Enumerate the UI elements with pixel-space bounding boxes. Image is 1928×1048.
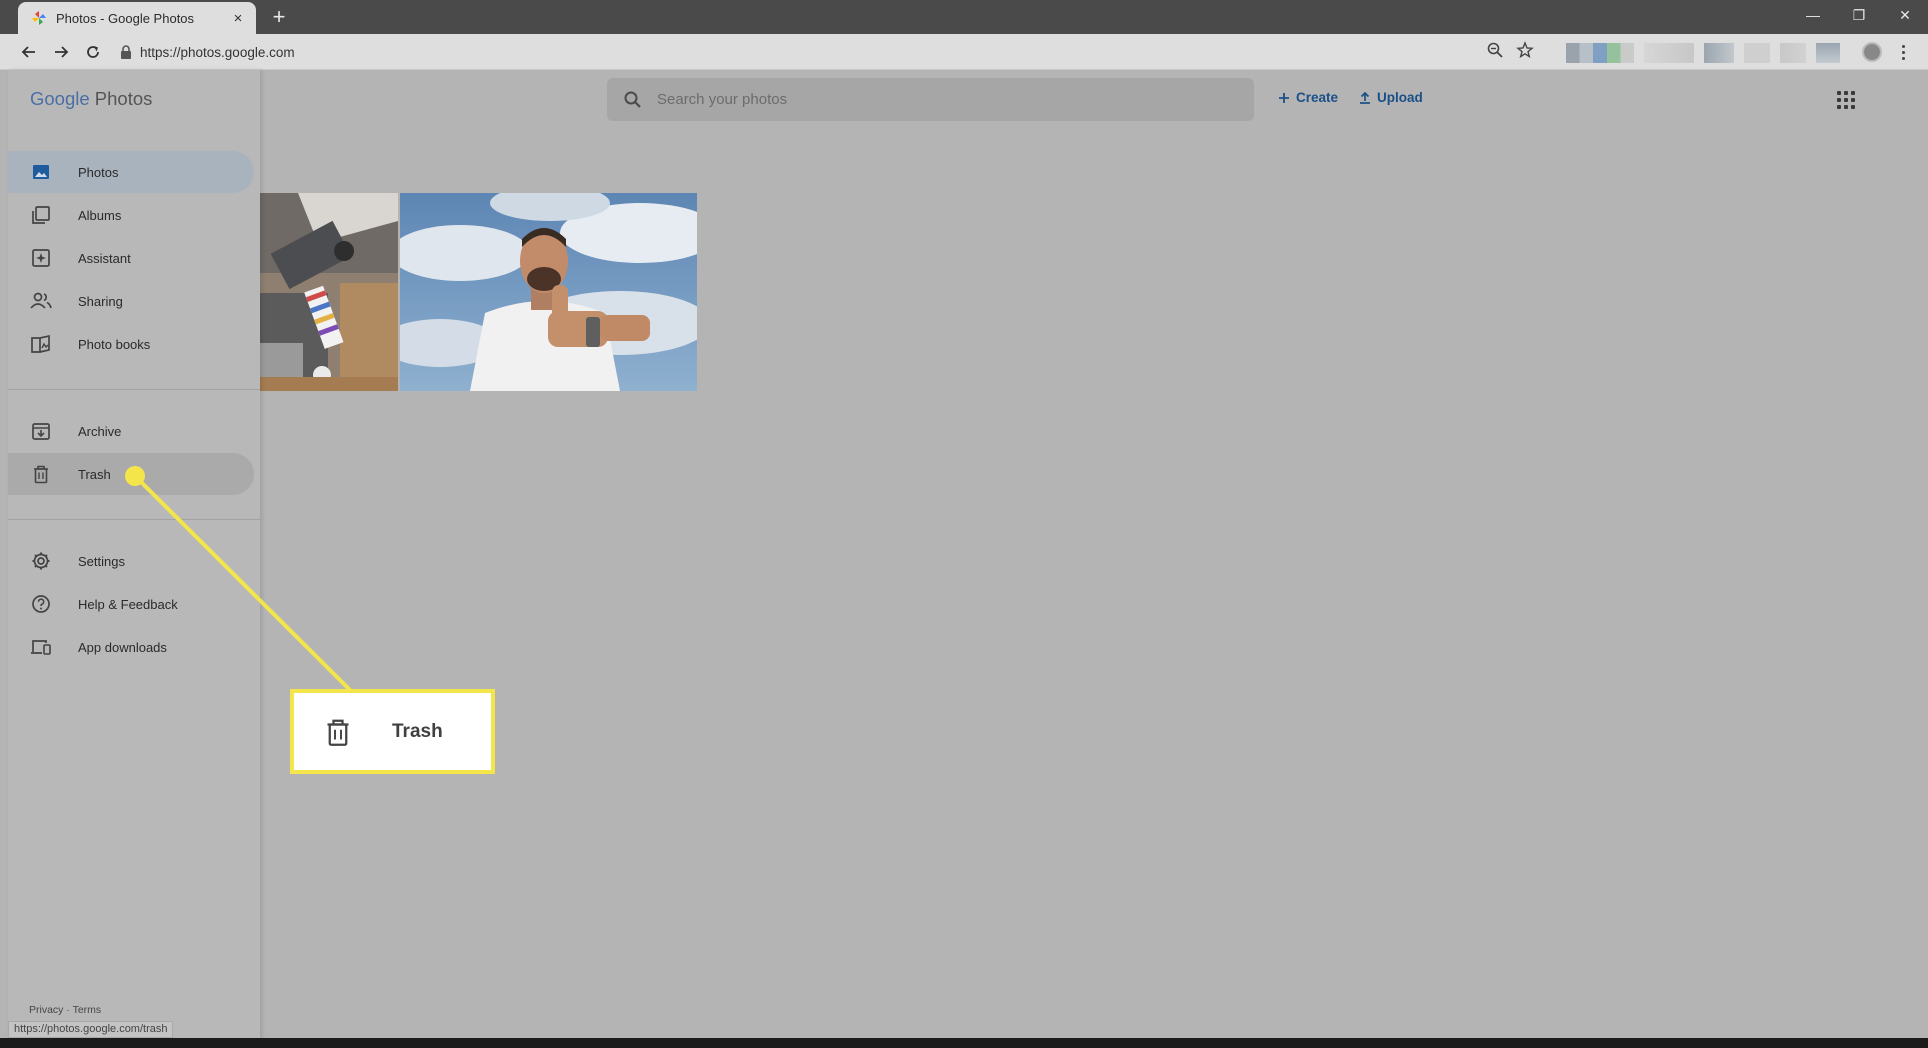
close-window-icon[interactable]: ✕ xyxy=(1882,0,1928,30)
sidebar-footer: Privacy · Terms xyxy=(29,1004,101,1016)
sidebar-item-label: Photo books xyxy=(78,336,151,352)
minimize-icon[interactable]: — xyxy=(1790,0,1836,30)
search-bar[interactable]: Search your photos xyxy=(607,78,1254,121)
sidebar-item-app-downloads[interactable]: App downloads xyxy=(8,626,254,668)
privacy-link[interactable]: Privacy xyxy=(29,1004,63,1016)
extension-icon[interactable] xyxy=(1566,43,1634,63)
google-photos-logo[interactable]: Google Photos xyxy=(30,88,152,110)
terms-link[interactable]: Terms xyxy=(73,1004,102,1016)
sidebar: Google Photos Photos Albums Assistant Sh… xyxy=(8,70,260,1040)
sidebar-item-label: Albums xyxy=(78,207,122,223)
back-arrow-icon[interactable] xyxy=(18,41,40,63)
sidebar-item-label: Photos xyxy=(78,164,119,180)
sidebar-item-help-feedback[interactable]: Help & Feedback xyxy=(8,583,254,625)
address-bar: https://photos.google.com xyxy=(0,34,1928,70)
assistant-icon xyxy=(30,247,52,269)
lock-icon xyxy=(121,45,131,59)
create-button[interactable]: Create xyxy=(1278,90,1338,105)
sidebar-item-trash[interactable]: Trash xyxy=(8,453,254,495)
google-photos-favicon xyxy=(32,11,46,25)
sidebar-divider xyxy=(8,389,260,390)
sidebar-item-label: Settings xyxy=(78,553,125,569)
trash-icon xyxy=(327,719,349,746)
sidebar-item-label: Help & Feedback xyxy=(78,596,178,612)
photo-icon xyxy=(30,161,52,183)
sidebar-item-label: Sharing xyxy=(78,293,123,309)
sidebar-item-photos[interactable]: Photos xyxy=(8,151,254,193)
footer-separator: · xyxy=(66,1004,70,1016)
upload-button[interactable]: Upload xyxy=(1359,90,1423,105)
archive-icon xyxy=(30,420,52,442)
trash-icon xyxy=(30,463,52,485)
bookmark-star-icon[interactable] xyxy=(1516,41,1534,59)
callout-label: Trash xyxy=(392,720,443,742)
sidebar-divider xyxy=(8,519,260,520)
sidebar-item-sharing[interactable]: Sharing xyxy=(8,280,254,322)
zoom-icon[interactable] xyxy=(1486,41,1504,59)
gear-icon xyxy=(30,550,52,572)
sidebar-item-label: Trash xyxy=(78,466,111,482)
upload-label: Upload xyxy=(1377,90,1423,105)
sidebar-item-label: Assistant xyxy=(78,250,131,266)
status-bar-url: https://photos.google.com/trash xyxy=(8,1021,174,1038)
extension-icon[interactable] xyxy=(1644,43,1694,63)
albums-icon xyxy=(30,204,52,226)
sidebar-item-settings[interactable]: Settings xyxy=(8,540,254,582)
new-tab-button[interactable]: + xyxy=(268,6,290,28)
omnibox-actions xyxy=(1486,41,1534,59)
sidebar-item-assistant[interactable]: Assistant xyxy=(8,237,254,279)
sidebar-item-label: App downloads xyxy=(78,639,167,655)
restore-icon[interactable]: ❐ xyxy=(1836,0,1882,30)
photos-logo-text: Photos xyxy=(94,88,153,109)
create-label: Create xyxy=(1296,90,1339,105)
sidebar-item-photo-books[interactable]: Photo books xyxy=(8,323,254,365)
close-tab-icon[interactable]: × xyxy=(230,10,246,27)
photo-books-icon xyxy=(30,333,52,355)
url-field[interactable]: https://photos.google.com xyxy=(120,39,1520,65)
reload-icon[interactable] xyxy=(82,41,104,63)
search-placeholder: Search your photos xyxy=(657,91,788,108)
sidebar-item-label: Archive xyxy=(78,423,122,439)
sidebar-item-archive[interactable]: Archive xyxy=(8,410,254,452)
upload-icon xyxy=(1360,91,1370,104)
desk-photo-image xyxy=(258,193,398,391)
callout-pointer xyxy=(125,466,352,692)
extension-icons xyxy=(1566,43,1840,63)
plus-icon xyxy=(1279,92,1289,103)
url-text: https://photos.google.com xyxy=(140,44,295,60)
thumbs-up-photo-image xyxy=(400,193,697,391)
photo-thumbnail-thumbs-up[interactable] xyxy=(400,193,697,391)
extension-icon[interactable] xyxy=(1704,43,1734,63)
google-logo-text: Google xyxy=(30,88,90,109)
tab-title: Photos - Google Photos xyxy=(56,10,195,26)
sharing-icon xyxy=(30,290,52,312)
extension-icon[interactable] xyxy=(1780,43,1806,63)
extension-icon[interactable] xyxy=(1744,43,1770,63)
help-icon xyxy=(30,593,52,615)
forward-arrow-icon[interactable] xyxy=(50,41,72,63)
window-controls: — ❐ ✕ xyxy=(1790,0,1928,30)
devices-icon xyxy=(30,636,52,658)
os-taskbar xyxy=(0,1038,1928,1048)
browser-tab[interactable]: Photos - Google Photos × xyxy=(18,2,256,34)
photo-thumbnail-desk[interactable] xyxy=(258,193,398,391)
extension-icon[interactable] xyxy=(1816,43,1840,63)
browser-tab-bar: Photos - Google Photos × + — ❐ ✕ xyxy=(0,0,1928,34)
sidebar-item-albums[interactable]: Albums xyxy=(8,194,254,236)
callout-trash-zoom: Trash xyxy=(290,689,495,774)
browser-menu-icon[interactable] xyxy=(1896,42,1910,62)
profile-avatar[interactable] xyxy=(1862,42,1882,62)
search-icon xyxy=(624,91,641,108)
apps-grid-icon[interactable] xyxy=(1837,91,1855,109)
